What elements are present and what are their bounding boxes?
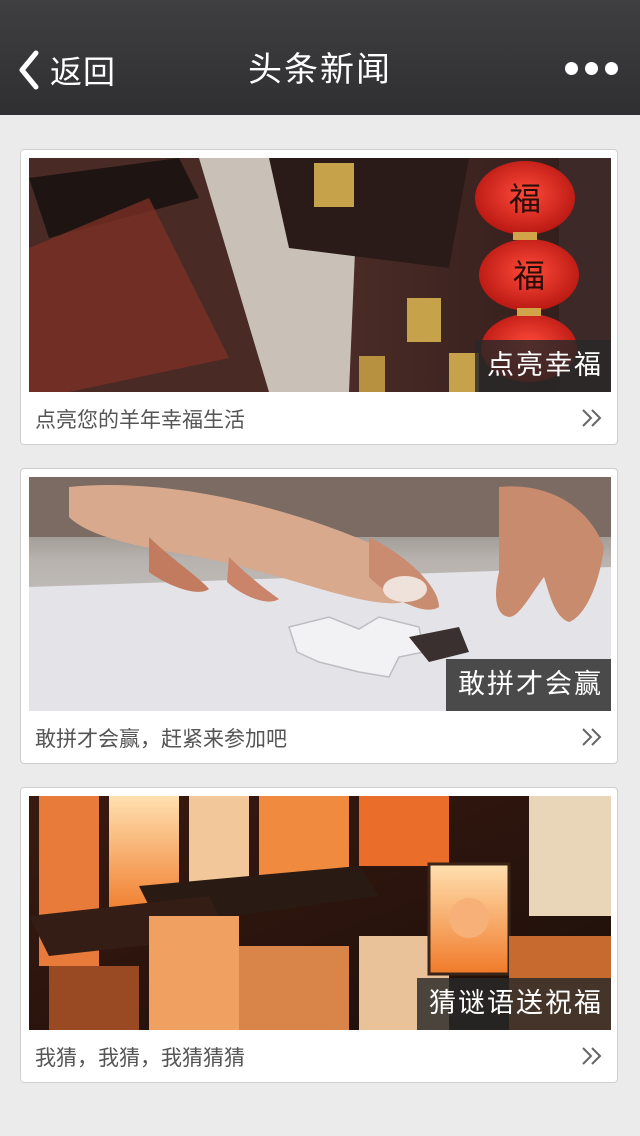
news-card-dare-to-win[interactable]: 敢拼才会赢 敢拼才会赢，赶紧来参加吧 [20,468,618,764]
page-title: 头条新闻 [248,50,392,90]
lantern-character: 福 [513,257,545,295]
double-chevron-right-icon [581,408,603,432]
top-navigation-bar: 返回 头条新闻 [0,0,640,115]
news-card-riddles[interactable]: 猜谜语送祝福 我猜，我猜，我猜猜猜 [20,787,618,1083]
image-overlay-title: 敢拼才会赢 [446,659,611,711]
news-card-image: 猜谜语送祝福 [29,796,611,1030]
news-card-caption: 我猜，我猜，我猜猜猜 [35,1046,245,1070]
news-card-image: 敢拼才会赢 [29,477,611,711]
more-dot-icon [605,62,618,75]
news-card-light-happiness[interactable]: 福 福 点亮幸福 点亮您的羊年幸福生活 [20,149,618,445]
image-overlay-title: 点亮幸福 [475,340,611,392]
news-card-image: 福 福 点亮幸福 [29,158,611,392]
double-chevron-right-icon [581,1046,603,1070]
lantern-character: 福 [509,180,541,218]
more-dot-icon [585,62,598,75]
image-overlay-title: 猜谜语送祝福 [417,978,611,1030]
more-options-button[interactable] [565,62,618,75]
more-dot-icon [565,62,578,75]
double-chevron-right-icon [581,727,603,751]
news-card-caption: 敢拼才会赢，赶紧来参加吧 [35,727,287,751]
news-card-caption: 点亮您的羊年幸福生活 [35,408,245,432]
